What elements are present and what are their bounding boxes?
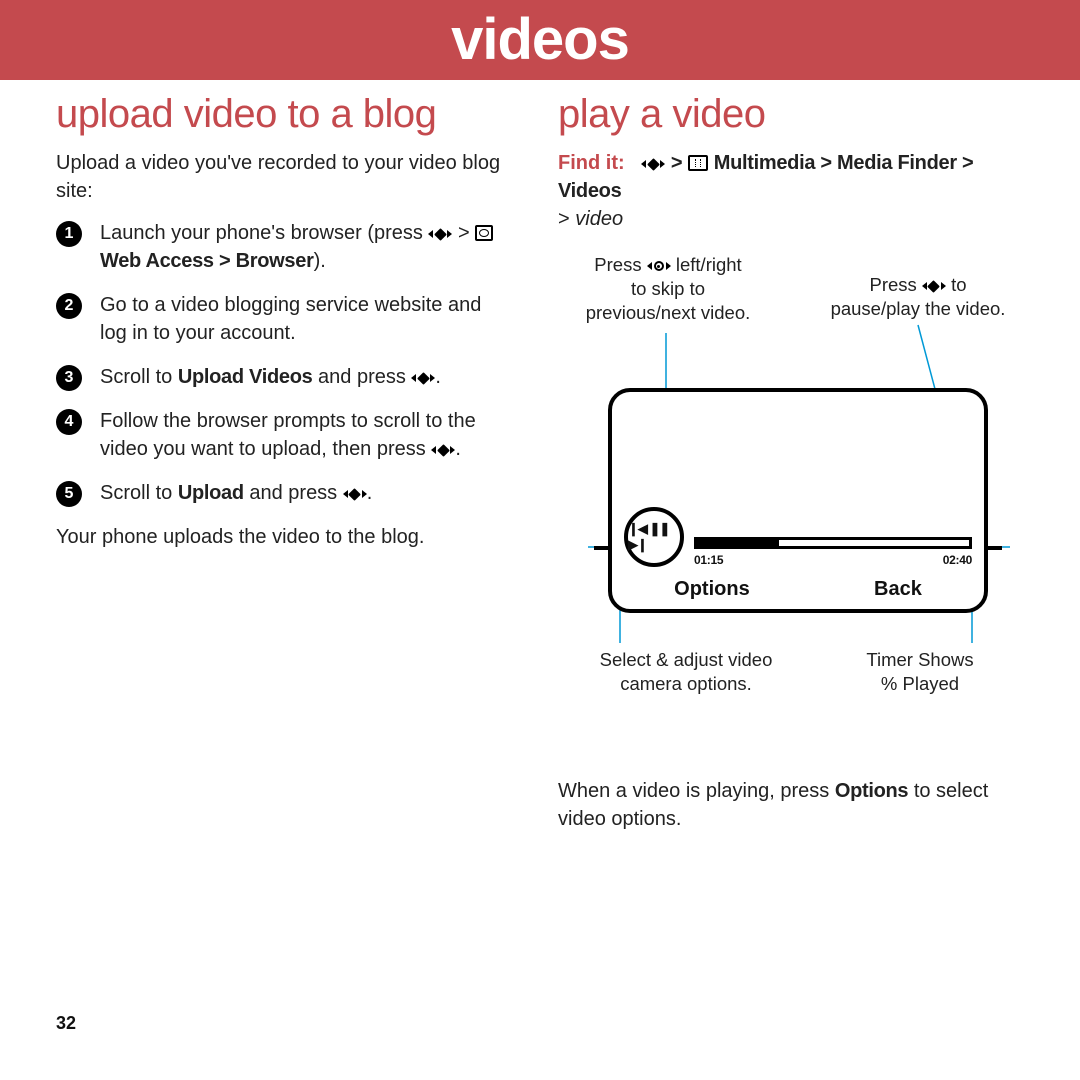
callout-pause: Press to pause/play the video. [808, 273, 1028, 321]
page-title: videos [0, 0, 1080, 80]
step5-b: Upload [178, 482, 244, 504]
step-5: Scroll to Upload and press . [56, 479, 510, 507]
callout-skip-b: left/right [676, 254, 742, 275]
callout-skip-c: to skip to [631, 278, 705, 299]
step1-c: Web Access > Browser [100, 250, 314, 272]
callout-timer-a: Timer Shows [866, 649, 973, 670]
web-access-icon [475, 225, 493, 241]
nav-select-icon [641, 156, 665, 172]
step3-d: . [435, 366, 441, 388]
page-number: 32 [56, 1013, 76, 1034]
time-total: 02:40 [943, 553, 972, 567]
nav-select-icon [431, 442, 455, 458]
step5-c: and press [244, 482, 343, 504]
callout-pause-b: to [951, 274, 966, 295]
softkey-options: Options [674, 578, 750, 601]
nav-select-icon [343, 486, 367, 502]
step1-b: > [458, 222, 475, 244]
intro-upload: Upload a video you've recorded to your v… [56, 149, 510, 205]
transport-knob: ❙◀ ❚❚ ▶❙ [624, 507, 684, 567]
progress-fill [697, 540, 779, 546]
play-after-a: When a video is playing, press [558, 780, 835, 802]
col-upload: upload video to a blog Upload a video yo… [56, 92, 510, 833]
progress-bar [694, 537, 972, 549]
callout-skip: Press left/right to skip to previous/nex… [558, 253, 778, 325]
step1-d: ). [314, 250, 326, 272]
phone-screen: ❙◀ ❚❚ ▶❙ 01:15 02:40 Options Back [608, 388, 988, 613]
play-after: When a video is playing, press Options t… [558, 777, 1028, 833]
findit-line1: Find it: > Multimedia > Media Finder > V… [558, 149, 1028, 205]
callout-pause-c: pause/play the video. [831, 298, 1006, 319]
upload-after: Your phone uploads the video to the blog… [56, 523, 510, 551]
col-play: play a video Find it: > Multimedia > Med… [558, 92, 1028, 833]
callout-options: Select & adjust video camera options. [576, 648, 796, 696]
callout-pause-a: Press [869, 274, 921, 295]
player-controls: ❙◀ ❚❚ ▶❙ 01:15 02:40 [624, 513, 972, 563]
nav-select-icon [411, 370, 435, 386]
step2-text: Go to a video blogging service website a… [100, 294, 481, 344]
callout-skip-a: Press [594, 254, 646, 275]
callout-skip-d: previous/next video. [586, 302, 751, 323]
callout-timer-b: % Played [881, 673, 959, 694]
findit-2a: > [558, 208, 575, 230]
callout-timer: Timer Shows % Played [830, 648, 1010, 696]
step-3: Scroll to Upload Videos and press . [56, 363, 510, 391]
nav-select-icon [922, 278, 946, 294]
step1-a: Launch your phone's browser (press [100, 222, 428, 244]
step3-a: Scroll to [100, 366, 178, 388]
transport-glyphs: ❙◀ ❚❚ ▶❙ [628, 521, 680, 553]
phone-stub-right [988, 546, 1002, 550]
findit-line2: > video [558, 205, 1028, 233]
findit-2b: video [575, 208, 623, 230]
step5-d: . [367, 482, 373, 504]
nav-select-icon [428, 226, 452, 242]
softkey-back: Back [874, 578, 922, 601]
step4-a: Follow the browser prompts to scroll to … [100, 410, 476, 460]
step-4: Follow the browser prompts to scroll to … [56, 407, 510, 463]
step3-b: Upload Videos [178, 366, 313, 388]
phone-stub-left [594, 546, 608, 550]
step-1: Launch your phone's browser (press > Web… [56, 219, 510, 275]
callout-options-b: camera options. [620, 673, 752, 694]
time-labels: 01:15 02:40 [694, 553, 972, 567]
callout-options-a: Select & adjust video [600, 649, 773, 670]
steps-list: Launch your phone's browser (press > Web… [56, 219, 510, 507]
softkey-bar: Options Back [612, 578, 984, 601]
multimedia-icon [688, 155, 708, 171]
banner: videos [0, 0, 1080, 80]
step4-b: . [455, 438, 461, 460]
time-current: 01:15 [694, 553, 723, 567]
findit-sep: > [671, 152, 688, 174]
step-2: Go to a video blogging service website a… [56, 291, 510, 347]
nav-leftright-icon [647, 258, 671, 274]
play-after-bold: Options [835, 780, 908, 802]
play-diagram: Press left/right to skip to previous/nex… [558, 253, 1028, 773]
findit-label: Find it: [558, 152, 625, 174]
step5-a: Scroll to [100, 482, 178, 504]
heading-play: play a video [558, 92, 1028, 137]
heading-upload: upload video to a blog [56, 92, 510, 137]
step3-c: and press [312, 366, 411, 388]
